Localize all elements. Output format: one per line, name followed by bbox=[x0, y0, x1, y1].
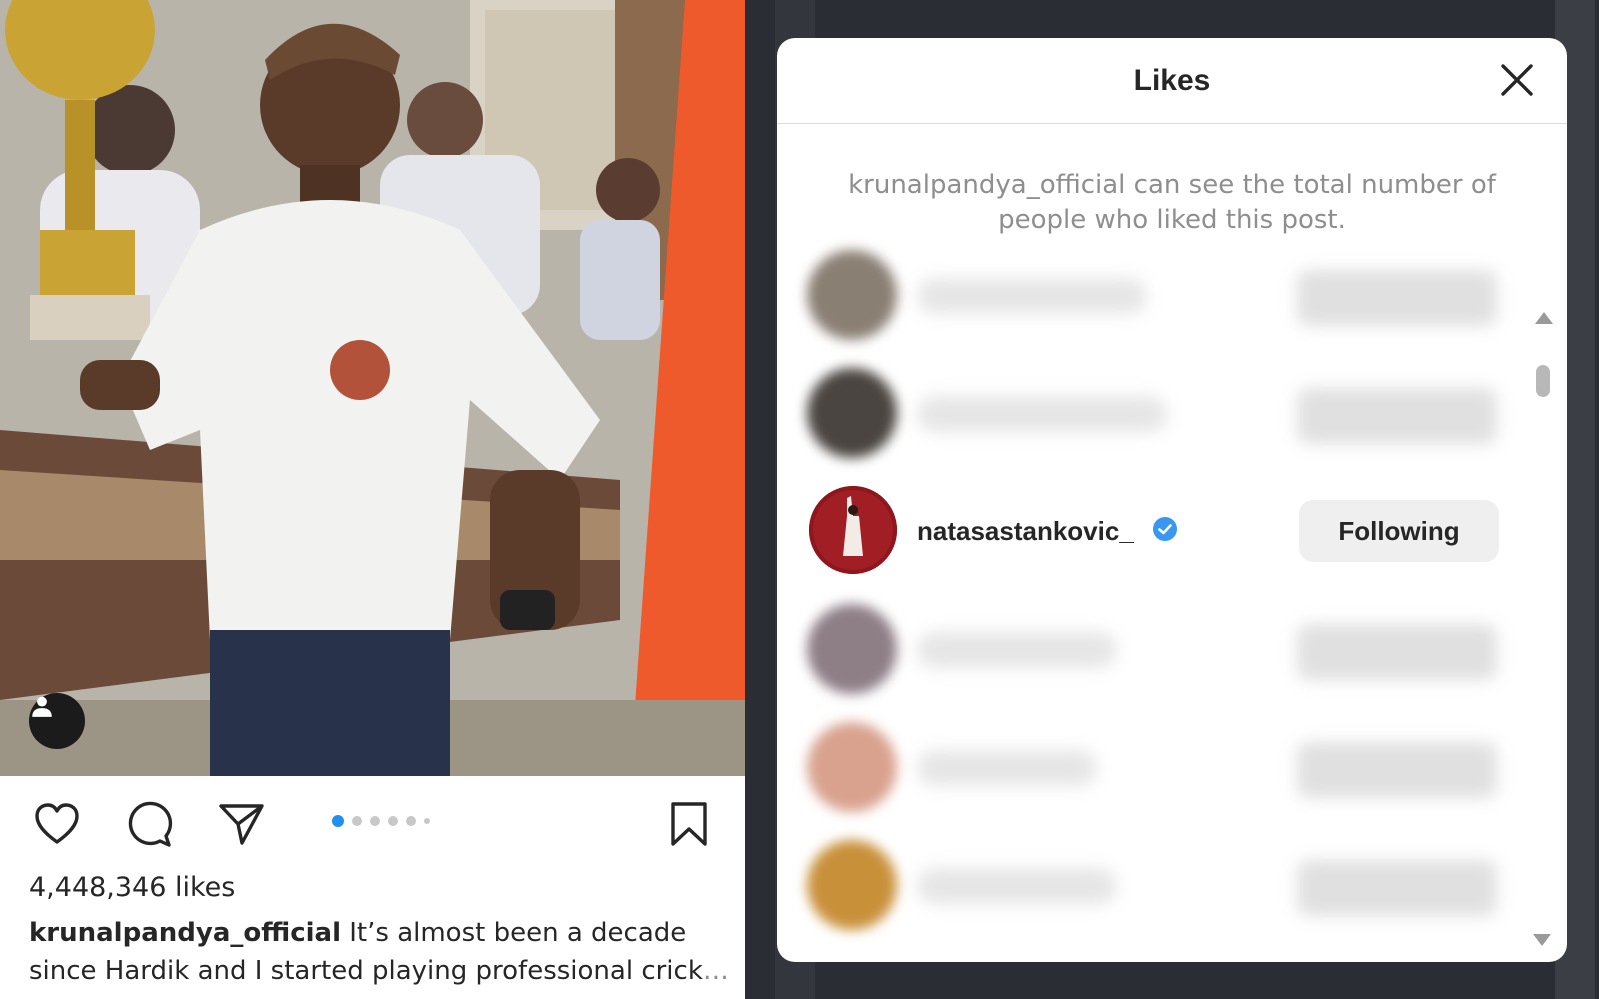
blurred-username bbox=[917, 632, 1117, 668]
bookmark-icon bbox=[671, 802, 707, 846]
likes-dialog: Likes krunalpandya_official can see the … bbox=[777, 38, 1567, 962]
carousel-dot bbox=[424, 818, 430, 824]
list-item-blurred[interactable] bbox=[807, 250, 1507, 342]
instagram-post: 4,448,346 likes krunalpandya_official It… bbox=[0, 0, 745, 999]
share-button[interactable] bbox=[215, 798, 267, 850]
share-icon bbox=[219, 804, 264, 845]
carousel-dot bbox=[370, 816, 380, 826]
caption-username[interactable]: krunalpandya_official bbox=[29, 918, 341, 948]
comment-button[interactable] bbox=[123, 798, 175, 850]
close-icon bbox=[1501, 64, 1533, 96]
dialog-header: Likes bbox=[777, 38, 1567, 124]
scroll-down-arrow[interactable] bbox=[1533, 934, 1551, 946]
list-item-blurred[interactable] bbox=[807, 840, 1507, 932]
blurred-follow-button bbox=[1297, 860, 1497, 916]
likes-privacy-notice: krunalpandya_official can see the total … bbox=[848, 170, 1496, 235]
list-item[interactable]: natasastankovic_ Following bbox=[807, 486, 1507, 578]
list-item-blurred[interactable] bbox=[807, 604, 1507, 696]
like-button[interactable] bbox=[31, 798, 83, 850]
list-item-blurred[interactable] bbox=[807, 722, 1507, 814]
avatar[interactable] bbox=[809, 486, 897, 574]
user-tag-icon bbox=[32, 696, 52, 717]
comment-icon bbox=[128, 801, 173, 847]
avatar bbox=[807, 840, 897, 930]
save-button[interactable] bbox=[663, 798, 715, 850]
carousel-indicator bbox=[332, 815, 430, 827]
blurred-follow-button bbox=[1297, 624, 1497, 680]
blurred-username bbox=[917, 868, 1117, 904]
likes-count[interactable]: 4,448,346 likes bbox=[29, 872, 235, 903]
blurred-follow-button bbox=[1297, 270, 1497, 326]
user-tag-button[interactable] bbox=[29, 693, 85, 749]
verified-icon bbox=[1153, 517, 1177, 541]
carousel-dot bbox=[352, 816, 362, 826]
blurred-follow-button bbox=[1297, 742, 1497, 798]
scroll-up-arrow[interactable] bbox=[1535, 312, 1553, 324]
close-button[interactable] bbox=[1497, 60, 1537, 100]
dialog-title: Likes bbox=[1133, 64, 1211, 97]
scroll-thumb[interactable] bbox=[1536, 365, 1550, 397]
carousel-dot bbox=[388, 816, 398, 826]
screen: 4,448,346 likes krunalpandya_official It… bbox=[0, 0, 1599, 999]
blurred-follow-button bbox=[1297, 388, 1497, 444]
scrollbar[interactable] bbox=[1533, 270, 1553, 950]
blurred-username bbox=[917, 750, 1097, 786]
avatar bbox=[807, 722, 897, 812]
carousel-dot bbox=[406, 816, 416, 826]
avatar bbox=[807, 604, 897, 694]
blurred-username bbox=[917, 278, 1147, 314]
list-item-blurred[interactable] bbox=[807, 368, 1507, 460]
username[interactable]: natasastankovic_ bbox=[917, 516, 1134, 547]
avatar bbox=[807, 368, 897, 458]
following-button[interactable]: Following bbox=[1299, 500, 1499, 562]
post-caption: krunalpandya_official It’s almost been a… bbox=[29, 914, 729, 999]
post-photo[interactable] bbox=[0, 0, 745, 776]
heart-icon bbox=[35, 803, 79, 844]
avatar bbox=[807, 250, 897, 340]
carousel-dot-active bbox=[332, 815, 344, 827]
blurred-username bbox=[917, 396, 1167, 432]
